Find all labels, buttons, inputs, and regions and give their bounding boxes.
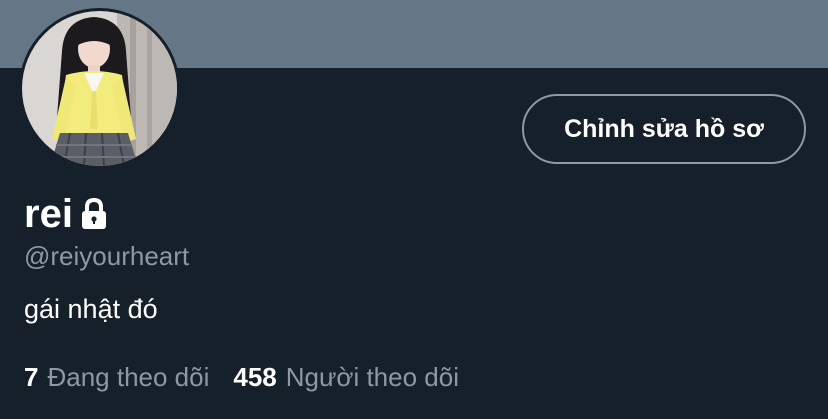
profile-header: Chỉnh sửa hồ sơ rei @reiyourheart gái nh… [0,0,828,419]
following-count: 7 [24,362,39,392]
avatar-photo [22,11,177,166]
following-link[interactable]: 7 Đang theo dõi [24,360,209,394]
followers-link[interactable]: 458 Người theo dõi [233,360,459,394]
avatar[interactable] [19,8,180,169]
display-name: rei [24,192,73,236]
name-row: rei [24,190,110,238]
follow-stats: 7 Đang theo dõi 458 Người theo dõi [24,360,459,394]
followers-label: Người theo dõi [285,362,459,392]
edit-profile-button[interactable]: Chỉnh sửa hồ sơ [522,94,806,164]
username-handle: @reiyourheart [24,241,190,271]
profile-bio: gái nhật đó [24,294,158,324]
lock-icon [78,197,110,231]
following-label: Đang theo dõi [47,362,210,392]
followers-count: 458 [233,362,277,392]
